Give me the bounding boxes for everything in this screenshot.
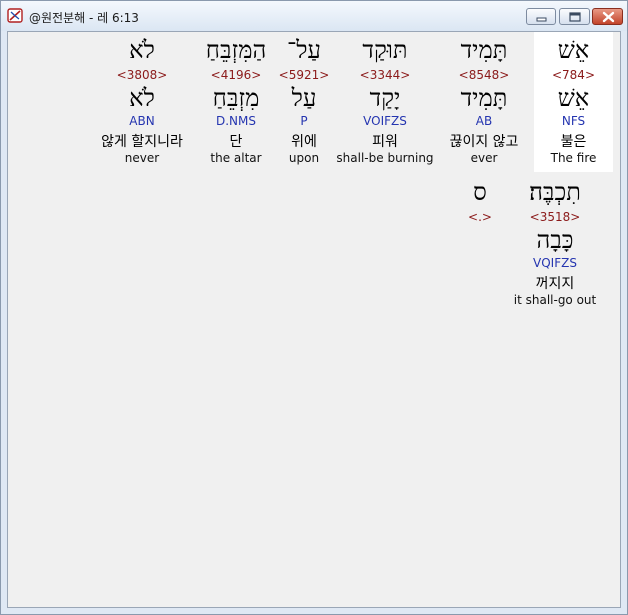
english-gloss: shall-be burning — [336, 151, 434, 165]
app-logo-icon — [7, 8, 23, 23]
interlinear-panel: אֵשׁ <784> אֵשׁ NFS 불은 The fire תָּמִיד … — [7, 31, 621, 608]
word-cell[interactable]: הַמִּזְבֵּחַ <4196> מִזְבֵּחַ D.NMS 단 th… — [198, 32, 274, 172]
minimize-icon — [536, 17, 547, 22]
parsing-code: VQIFZS — [533, 256, 577, 270]
parsing-code: NFS — [561, 114, 586, 128]
english-gloss: the altar — [210, 151, 262, 165]
hebrew-word: הַמִּזְבֵּחַ — [205, 36, 267, 64]
hebrew-word: לֹא — [129, 36, 155, 64]
korean-gloss: 단 — [229, 134, 243, 150]
korean-gloss: 피워 — [372, 134, 398, 150]
lexical-form: כָּבָה — [536, 226, 574, 254]
parsing-code: ABN — [129, 114, 155, 128]
korean-gloss: 불은 — [560, 134, 587, 150]
korean-gloss: 꺼지지 — [535, 276, 575, 292]
hebrew-word: תִכְבֶּה׃ — [529, 178, 581, 206]
hebrew-word: ס — [473, 178, 487, 206]
parsing-code: P — [300, 114, 308, 128]
korean-gloss: 위에 — [291, 134, 317, 150]
close-button[interactable] — [592, 8, 623, 25]
maximize-icon — [569, 12, 581, 22]
lexical-form: יָקַד — [369, 84, 401, 112]
app-window: @원전분해 - 레 6:13 אֵשׁ <784> אֵשׁ NFS 불은 Th… — [0, 0, 628, 615]
minimize-button[interactable] — [526, 8, 556, 25]
strong-number[interactable]: <.> — [456, 210, 504, 224]
strong-number[interactable]: <8548> — [436, 68, 532, 82]
english-gloss: ever — [470, 151, 498, 165]
korean-gloss: 끊이지 않고 — [449, 134, 519, 150]
word-cell[interactable]: ס <.> — [456, 174, 504, 314]
word-cell[interactable]: אֵשׁ <784> אֵשׁ NFS 불은 The fire — [534, 32, 613, 172]
word-cell[interactable]: לֹא <3808> לֹא ABN 않게 할지니라 never — [92, 32, 192, 172]
word-cell[interactable]: עַל־ <5921> עַל P 위에 upon — [274, 32, 334, 172]
lexical-form: עַל — [291, 84, 317, 112]
english-gloss: never — [124, 151, 160, 165]
hebrew-word: עַל־ — [287, 36, 321, 64]
strong-number[interactable]: <784> — [534, 68, 613, 82]
strong-number[interactable]: <3808> — [92, 68, 192, 82]
english-gloss: The fire — [550, 151, 597, 165]
strong-number[interactable]: <4196> — [198, 68, 274, 82]
lexical-form: אֵשׁ — [557, 84, 590, 112]
word-cell[interactable]: תּוּקַד <3344> יָקַד VOIFZS 피워 shall-be … — [334, 32, 436, 172]
maximize-button[interactable] — [559, 8, 590, 25]
strong-number[interactable]: <5921> — [274, 68, 334, 82]
lexical-form: תָּמִיד — [460, 84, 508, 112]
english-gloss: it shall-go out — [513, 293, 597, 307]
strong-number[interactable]: <3344> — [334, 68, 436, 82]
parsing-code: D.NMS — [215, 114, 256, 128]
hebrew-word: אֵשׁ — [557, 36, 590, 64]
title-bar[interactable]: @원전분해 - 레 6:13 — [1, 1, 627, 31]
lexical-form: לֹא — [129, 84, 155, 112]
hebrew-word: תּוּקַד — [362, 36, 408, 64]
strong-number[interactable]: <3518> — [508, 210, 602, 224]
parsing-code: VOIFZS — [363, 114, 407, 128]
parsing-code: AB — [475, 114, 493, 128]
window-title: @원전분해 - 레 6:13 — [29, 11, 139, 25]
hebrew-word: תָּמִיד — [460, 36, 508, 64]
english-gloss: upon — [288, 151, 320, 165]
word-cell[interactable]: תָּמִיד <8548> תָּמִיד AB 끊이지 않고 ever — [436, 32, 532, 172]
close-icon — [602, 11, 615, 23]
korean-gloss: 않게 할지니라 — [101, 134, 183, 150]
word-cell[interactable]: תִכְבֶּה׃ <3518> כָּבָה VQIFZS 꺼지지 it sh… — [508, 174, 602, 314]
lexical-form: מִזְבֵּחַ — [212, 84, 260, 112]
